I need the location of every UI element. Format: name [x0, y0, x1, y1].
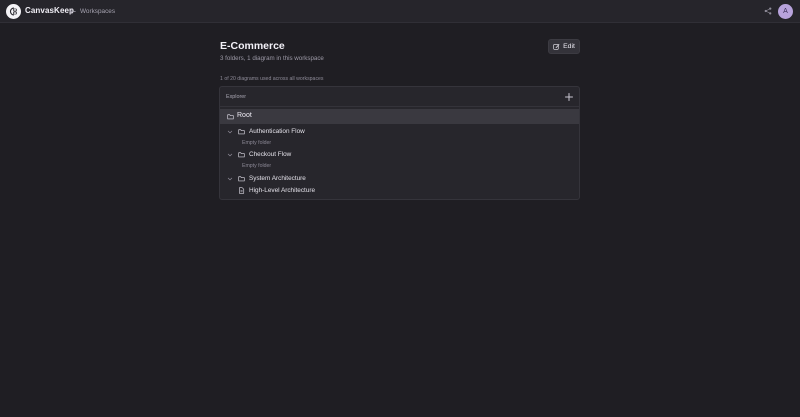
- user-avatar[interactable]: A: [778, 4, 793, 19]
- edit-button[interactable]: Edit: [548, 39, 580, 54]
- add-plus-icon[interactable]: [564, 92, 574, 102]
- folder-icon: [238, 176, 245, 182]
- pencil-square-icon: [553, 44, 560, 50]
- folder-icon: [238, 152, 245, 158]
- canvaskeep-logo-icon[interactable]: [6, 4, 21, 19]
- explorer-header: Explorer: [220, 87, 579, 107]
- tree-item-label: Authentication Flow: [249, 128, 305, 135]
- share-icon[interactable]: [764, 7, 772, 15]
- tree-item-label: High-Level Architecture: [249, 187, 316, 194]
- empty-folder-note: Empty folder: [242, 163, 272, 169]
- chevron-down-icon[interactable]: [227, 129, 233, 135]
- diagram-usage-note: 1 of 20 diagrams used across all workspa…: [220, 76, 324, 82]
- back-to-workspaces-link[interactable]: Workspaces: [69, 5, 115, 17]
- file-document-icon: [239, 187, 245, 194]
- brand-name[interactable]: CanvasKeep: [25, 6, 74, 15]
- edit-button-label: Edit: [563, 43, 575, 50]
- folder-icon: [238, 129, 245, 135]
- tree-item-label: Checkout Flow: [249, 151, 292, 158]
- tree-root-label: Root: [237, 112, 252, 119]
- page-title: E-Commerce: [220, 40, 285, 52]
- explorer-panel: Explorer Root Authentication Flow Empty …: [219, 86, 580, 200]
- workspace-summary: 3 folders, 1 diagram in this workspace: [220, 55, 324, 62]
- empty-folder-note: Empty folder: [242, 140, 272, 146]
- arrow-left-icon: [69, 8, 76, 14]
- top-bar: CanvasKeep Workspaces A: [0, 0, 800, 23]
- tree-item-checkout-flow[interactable]: Checkout Flow: [220, 148, 579, 161]
- back-label: Workspaces: [80, 7, 116, 15]
- tree-item-label: System Architecture: [249, 175, 306, 182]
- chevron-down-icon[interactable]: [227, 152, 233, 158]
- tree-item-authentication-flow[interactable]: Authentication Flow: [220, 125, 579, 138]
- tree-root-row[interactable]: Root: [220, 109, 579, 124]
- tree-item-high-level-architecture[interactable]: High-Level Architecture: [220, 184, 579, 197]
- chevron-down-icon[interactable]: [227, 176, 233, 182]
- folder-icon: [227, 114, 234, 120]
- explorer-title: Explorer: [226, 94, 247, 100]
